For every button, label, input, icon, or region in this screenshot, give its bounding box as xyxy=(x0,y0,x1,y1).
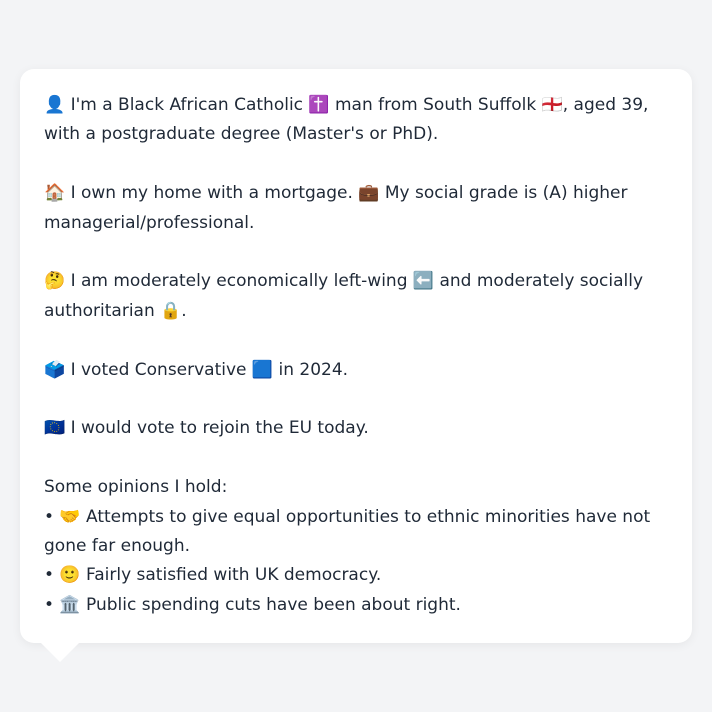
housing-text: 🏠 I own my home with a mortgage. 💼 My so… xyxy=(44,183,628,233)
persona-card: 👤 I'm a Black African Catholic ✝️ man fr… xyxy=(20,69,692,643)
bubble-tail xyxy=(40,642,80,662)
vote-text: 🗳️ I voted Conservative 🟦 in 2024. xyxy=(44,359,349,380)
opinion-item: • 🙂 Fairly satisfied with UK democracy. xyxy=(44,565,382,586)
opinion-item: • 🏛️ Public spending cuts have been abou… xyxy=(44,594,461,615)
opinion-item: • 🤝 Attempts to give equal opportunities… xyxy=(44,506,651,557)
ideology-text: 🤔 I am moderately economically left-wing… xyxy=(44,271,644,321)
intro-text: 👤 I'm a Black African Catholic ✝️ man fr… xyxy=(44,95,649,145)
opinions-heading: Some opinions I hold: xyxy=(44,477,228,498)
eu-text: 🇪🇺 I would vote to rejoin the EU today. xyxy=(44,418,369,439)
